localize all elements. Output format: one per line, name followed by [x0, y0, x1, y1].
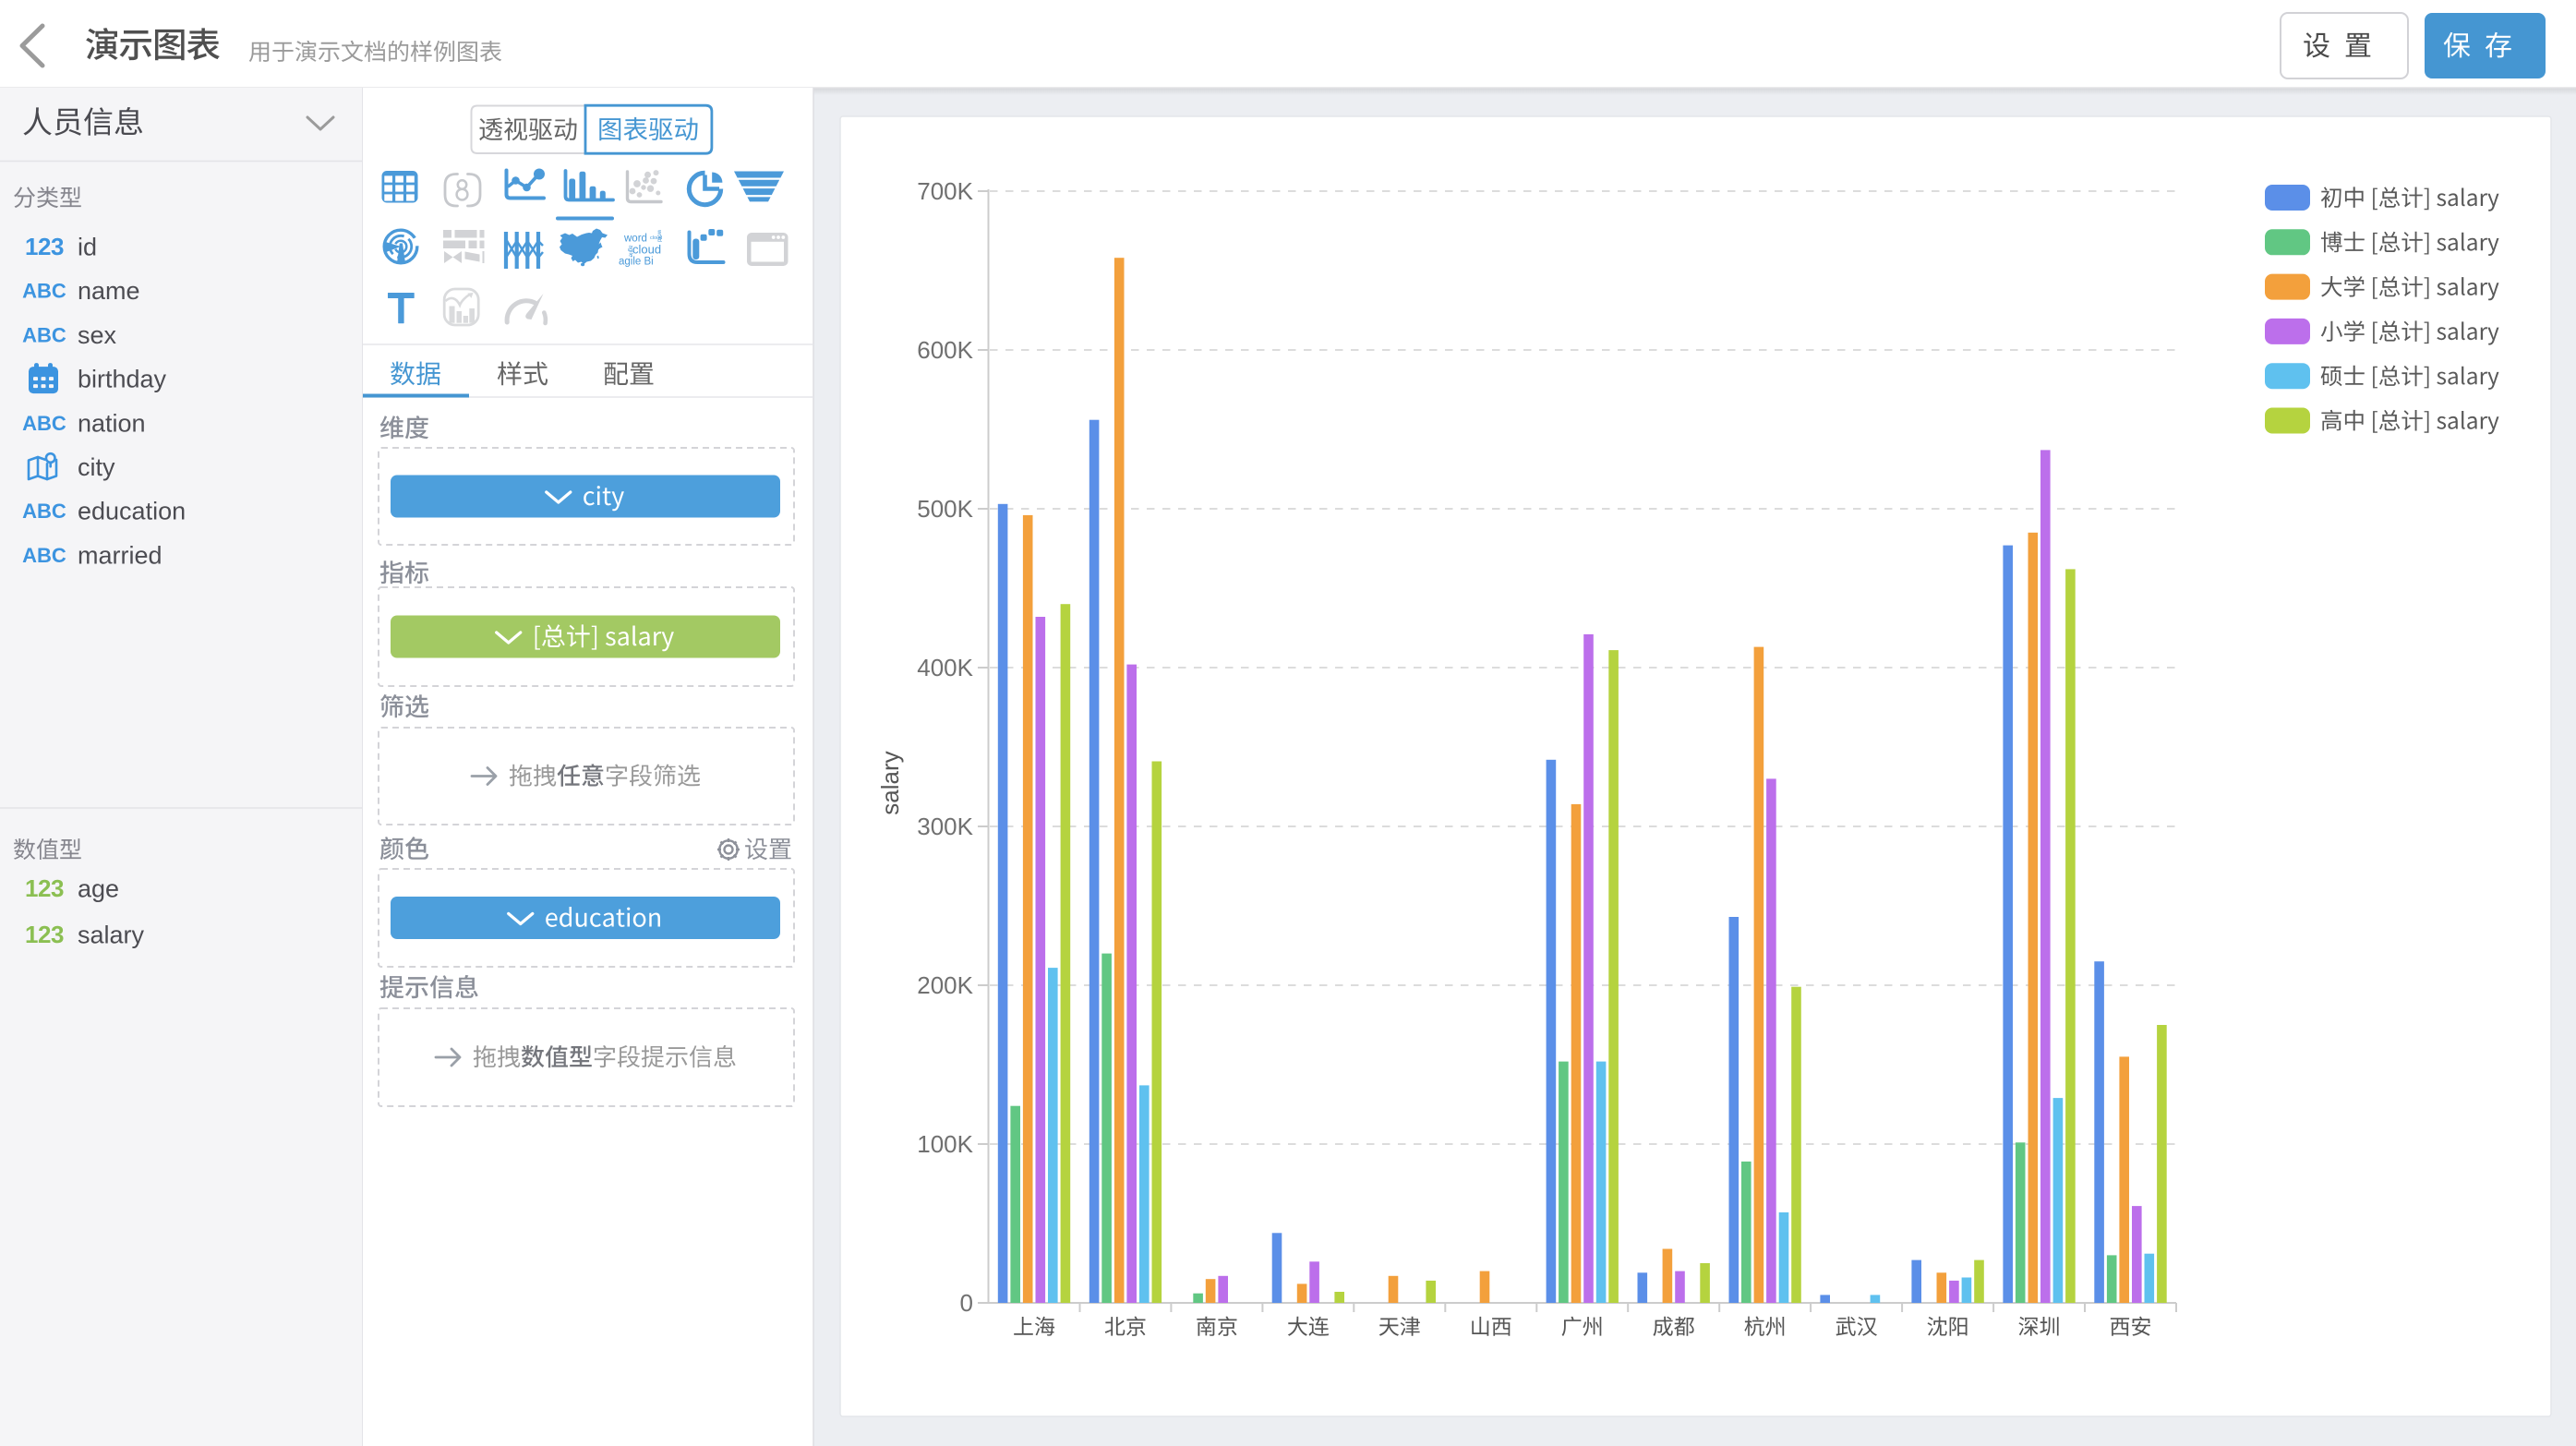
svg-text:200K: 200K — [917, 971, 973, 999]
svg-text:0: 0 — [960, 1289, 973, 1317]
svg-text:ABC: ABC — [22, 500, 66, 523]
svg-text:sex: sex — [78, 321, 117, 349]
svg-text:married: married — [78, 541, 163, 569]
svg-text:city: city — [78, 453, 115, 481]
svg-text:100K: 100K — [917, 1130, 973, 1158]
svg-text:education: education — [78, 498, 186, 525]
svg-text:600K: 600K — [917, 336, 973, 364]
svg-text:300K: 300K — [917, 813, 973, 840]
svg-text:salary: salary — [876, 751, 904, 814]
svg-text:nation: nation — [78, 409, 146, 437]
svg-text:salary: salary — [78, 922, 145, 949]
svg-text:name: name — [78, 277, 140, 305]
svg-text:ABC: ABC — [22, 544, 66, 567]
svg-text:birthday: birthday — [78, 366, 167, 393]
svg-text:cloud: cloud — [632, 243, 661, 257]
svg-text:agile Bi: agile Bi — [619, 257, 654, 268]
svg-text:700K: 700K — [917, 177, 973, 205]
svg-text:age: age — [78, 875, 119, 903]
svg-text:ABC: ABC — [22, 280, 66, 303]
svg-text:ABC: ABC — [22, 323, 66, 346]
svg-text:500K: 500K — [917, 495, 973, 523]
svg-text:123: 123 — [25, 921, 64, 948]
svg-text:cloud: cloud — [650, 235, 662, 241]
svg-text:id: id — [78, 234, 97, 261]
svg-text:123: 123 — [25, 874, 64, 902]
svg-text:123: 123 — [25, 233, 64, 260]
svg-text:400K: 400K — [917, 654, 973, 681]
svg-text:ABC: ABC — [22, 412, 66, 435]
